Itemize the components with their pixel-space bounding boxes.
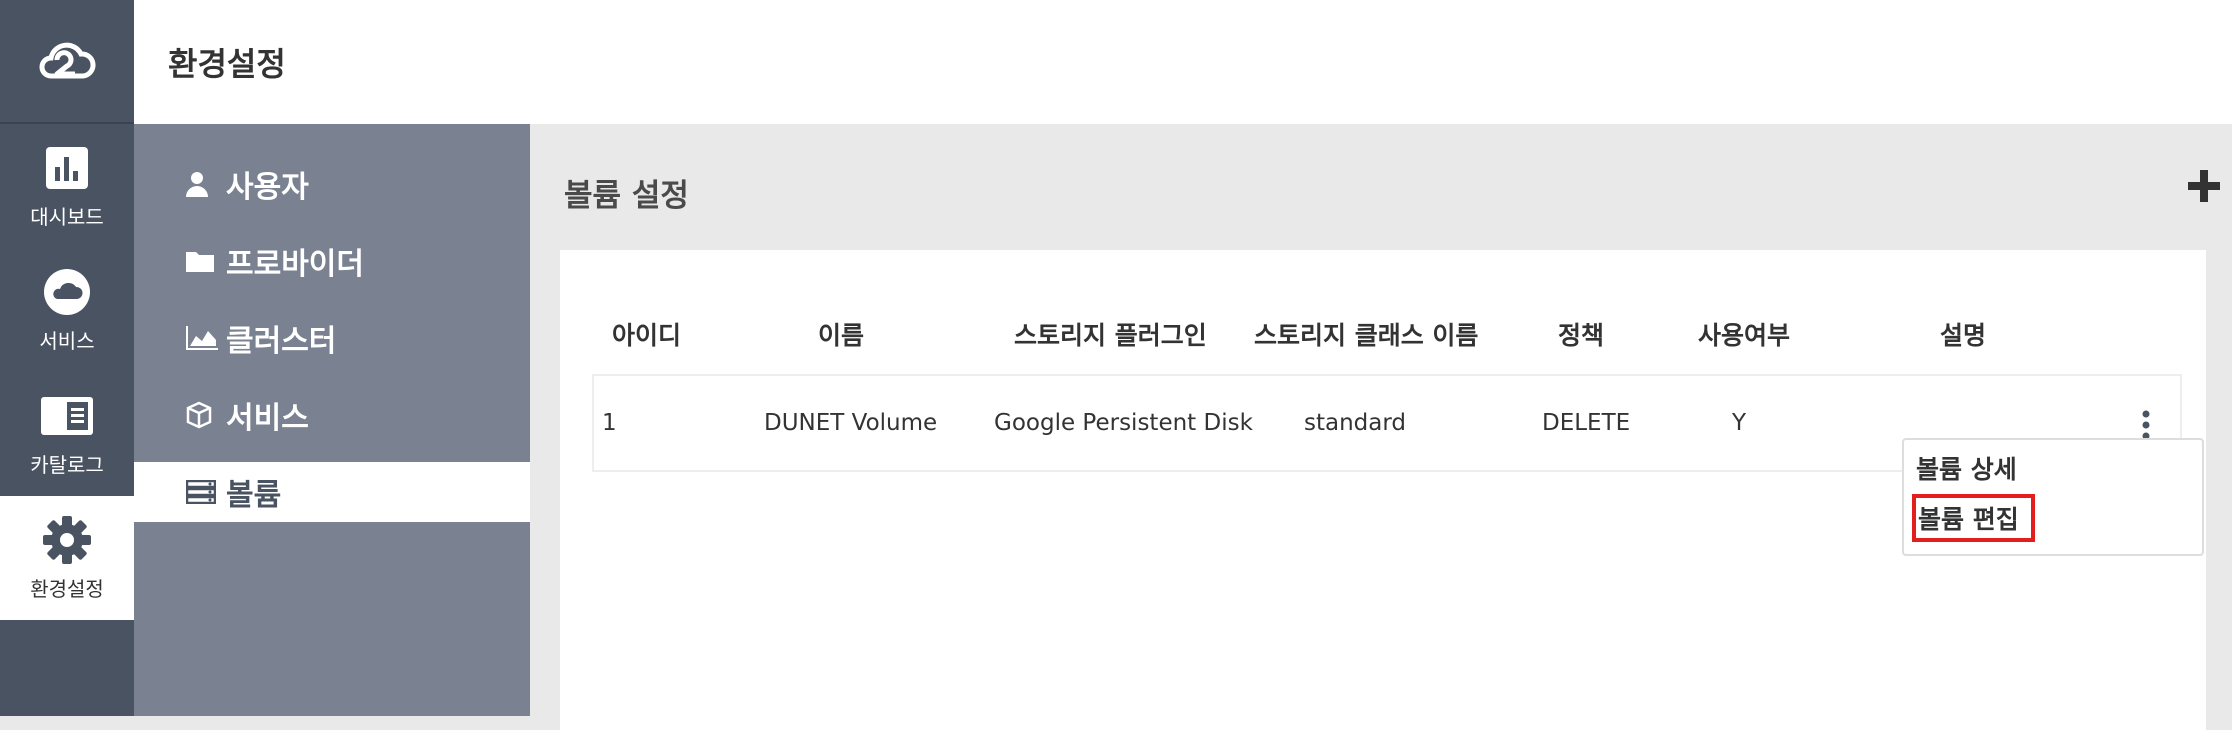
main-content: 볼륨 설정 아이디 이름 스토리지 플러그인 스토리지 클래스 이름 정책 사용… bbox=[530, 124, 2232, 730]
user-icon bbox=[186, 171, 226, 197]
submenu-item-label: 서비스 bbox=[226, 401, 309, 436]
submenu-item-label: 프로바이더 bbox=[226, 247, 364, 282]
cell-storage-class: standard bbox=[1304, 410, 1407, 436]
rail-item-dashboard[interactable]: 대시보드 bbox=[0, 124, 134, 248]
main-nav-rail: 대시보드 서비스 카탈로그 환경설정 bbox=[0, 0, 134, 716]
cell-policy: DELETE bbox=[1542, 410, 1631, 436]
rail-item-catalog[interactable]: 카탈로그 bbox=[0, 372, 134, 496]
server-icon bbox=[186, 480, 226, 504]
submenu-item-label: 클러스터 bbox=[226, 324, 337, 359]
settings-submenu: 사용자 프로바이더 클러스터 서비스 볼륨 bbox=[134, 124, 530, 716]
rail-item-label: 서비스 bbox=[39, 328, 95, 353]
catalog-icon bbox=[41, 391, 93, 441]
rail-item-label: 카탈로그 bbox=[30, 452, 104, 477]
row-menu-button[interactable] bbox=[2140, 410, 2152, 440]
cell-id: 1 bbox=[602, 410, 617, 436]
submenu-item-volumes[interactable]: 볼륨 bbox=[134, 462, 530, 522]
kebab-menu-icon bbox=[2142, 410, 2150, 440]
col-header-storage-plugin[interactable]: 스토리지 플러그인 bbox=[1014, 316, 1207, 352]
volume-table-card: 아이디 이름 스토리지 플러그인 스토리지 클래스 이름 정책 사용여부 설명 … bbox=[560, 250, 2206, 730]
submenu-item-users[interactable]: 사용자 bbox=[134, 154, 530, 214]
gear-icon bbox=[43, 515, 91, 565]
rail-item-service[interactable]: 서비스 bbox=[0, 248, 134, 372]
submenu-item-label: 사용자 bbox=[226, 170, 309, 205]
submenu-item-providers[interactable]: 프로바이더 bbox=[134, 231, 530, 291]
cell-storage-plugin: Google Persistent Disk bbox=[994, 410, 1253, 436]
cloud-icon bbox=[44, 267, 90, 317]
col-header-id[interactable]: 아이디 bbox=[612, 316, 681, 352]
submenu-item-label: 볼륨 bbox=[226, 478, 282, 513]
table-header: 아이디 이름 스토리지 플러그인 스토리지 클래스 이름 정책 사용여부 설명 bbox=[560, 316, 2206, 356]
folder-icon bbox=[186, 250, 226, 272]
menu-item-volume-detail[interactable]: 볼륨 상세 bbox=[1912, 446, 2021, 490]
rail-item-label: 환경설정 bbox=[30, 576, 104, 601]
col-header-description[interactable]: 설명 bbox=[1940, 316, 1986, 352]
cell-name: DUNET Volume bbox=[764, 410, 938, 436]
col-header-name[interactable]: 이름 bbox=[818, 316, 864, 352]
area-chart-icon bbox=[186, 326, 226, 350]
add-button[interactable] bbox=[2186, 168, 2222, 204]
menu-item-volume-edit[interactable]: 볼륨 편집 bbox=[1912, 494, 2035, 542]
cell-in-use: Y bbox=[1732, 410, 1747, 436]
section-title: 볼륨 설정 bbox=[564, 178, 689, 214]
col-header-policy[interactable]: 정책 bbox=[1558, 316, 1604, 352]
app-logo[interactable] bbox=[0, 0, 134, 124]
page-title: 환경설정 bbox=[168, 45, 286, 83]
col-header-storage-class[interactable]: 스토리지 클래스 이름 bbox=[1254, 316, 1478, 352]
rail-item-settings[interactable]: 환경설정 bbox=[0, 496, 134, 620]
bar-chart-icon bbox=[46, 143, 88, 193]
submenu-item-services[interactable]: 서비스 bbox=[134, 385, 530, 445]
col-header-in-use[interactable]: 사용여부 bbox=[1698, 316, 1790, 352]
cloud-logo-icon bbox=[39, 42, 96, 79]
plus-icon bbox=[2188, 170, 2220, 202]
row-action-dropdown: 볼륨 상세 볼륨 편집 bbox=[1902, 438, 2204, 556]
cube-icon bbox=[186, 401, 226, 429]
submenu-item-clusters[interactable]: 클러스터 bbox=[134, 308, 530, 368]
rail-item-label: 대시보드 bbox=[30, 204, 104, 229]
top-bar: 환경설정 bbox=[134, 0, 2232, 124]
